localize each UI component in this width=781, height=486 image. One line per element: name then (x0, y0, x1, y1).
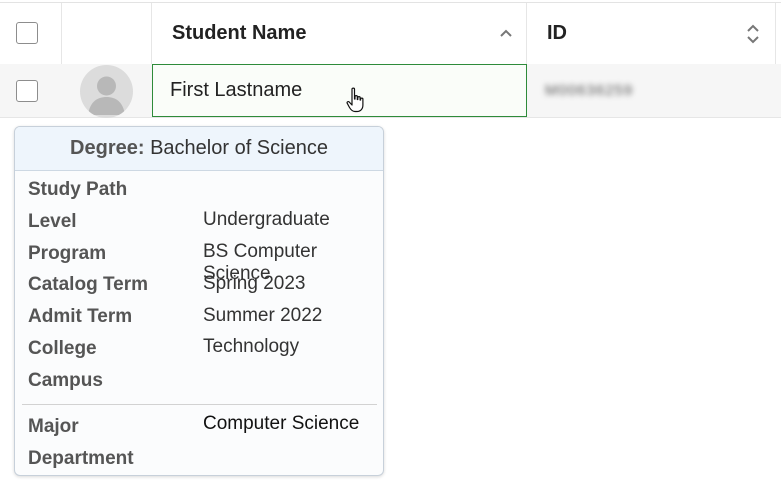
field-value-level: Undergraduate (203, 209, 330, 230)
sort-updown-icon[interactable] (746, 22, 760, 46)
field-value-catalog-term: Spring 2023 (203, 273, 306, 294)
hand-pointer-icon (346, 87, 364, 113)
field-label-catalog-term: Catalog Term (28, 274, 149, 295)
field-label-study-path: Study Path (28, 179, 128, 200)
field-value-major: Computer Science (203, 413, 360, 434)
field-label-level: Level (28, 211, 77, 232)
student-name-cell[interactable]: First Lastname (152, 64, 527, 117)
avatar-silhouette (88, 76, 125, 115)
degree-popover-header: Degree: Bachelor of Science (15, 127, 383, 171)
field-label-program: Program (28, 243, 107, 264)
field-label-campus: Campus (28, 370, 103, 391)
table-header-row: Student Name ID (0, 2, 781, 65)
row-select-cell (0, 64, 62, 117)
row-checkbox[interactable] (16, 80, 38, 102)
table-row[interactable]: First Lastname M00636259 (0, 64, 781, 118)
select-all-checkbox[interactable] (16, 22, 38, 44)
field-label-major: Major (28, 416, 79, 437)
field-label-college: College (28, 338, 97, 359)
field-label-admit-term: Admit Term (28, 306, 133, 327)
column-header-student-name-label: Student Name (172, 22, 307, 44)
column-header-student-name[interactable]: Student Name (152, 3, 527, 64)
field-label-department: Department (28, 448, 134, 469)
degree-popover: Degree: Bachelor of Science Study Path L… (14, 126, 384, 476)
student-id-redacted: M00636259 (545, 82, 634, 99)
column-header-id[interactable]: ID (527, 3, 776, 64)
degree-title-value: Bachelor of Science (150, 137, 328, 159)
chevron-up-icon[interactable] (499, 28, 513, 38)
user-avatar-icon (80, 65, 133, 118)
column-header-id-label: ID (547, 22, 567, 44)
popover-divider (22, 404, 377, 405)
student-id-cell: M00636259 (527, 64, 781, 117)
select-all-cell (0, 3, 62, 64)
avatar-column-header (62, 3, 152, 64)
field-value-admit-term: Summer 2022 (203, 305, 323, 326)
field-value-college: Technology (203, 336, 300, 357)
degree-title-key: Degree: (70, 137, 145, 159)
student-name[interactable]: First Lastname (170, 79, 302, 102)
